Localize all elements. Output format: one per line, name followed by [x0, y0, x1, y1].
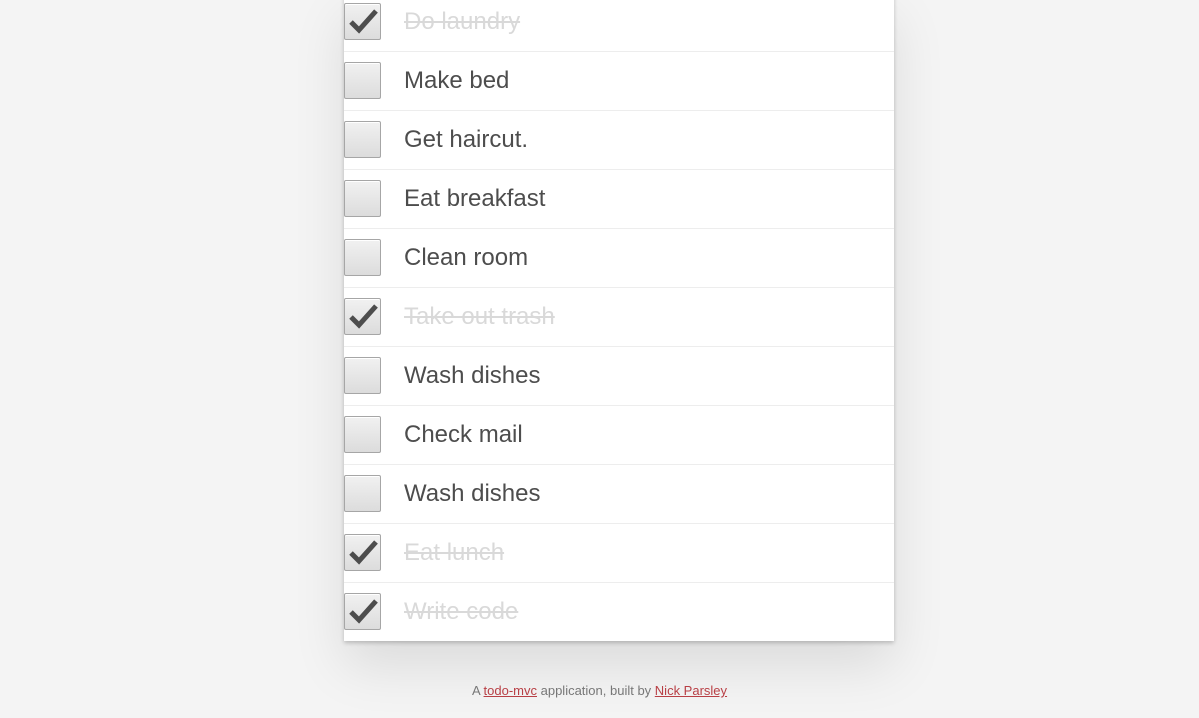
todo-item: Wash dishes: [344, 347, 894, 406]
todo-item: Take out trash: [344, 288, 894, 347]
todo-label[interactable]: Check mail: [404, 406, 523, 464]
toggle-checkbox[interactable]: [344, 298, 381, 335]
todo-label[interactable]: Wash dishes: [404, 347, 541, 405]
checkmark-icon: [349, 9, 378, 34]
toggle-checkbox[interactable]: [344, 357, 381, 394]
footer-prefix: A: [471, 683, 484, 698]
toggle-checkbox[interactable]: [344, 239, 381, 276]
todo-mvc-link[interactable]: todo-mvc: [484, 683, 537, 698]
todo-label[interactable]: Make bed: [404, 52, 509, 110]
todo-item: Wash dishes: [344, 465, 894, 524]
checkmark-icon: [349, 540, 378, 565]
todo-item: Make bed: [344, 52, 894, 111]
toggle-checkbox[interactable]: [344, 416, 381, 453]
todo-label[interactable]: Take out trash: [404, 288, 555, 346]
author-link[interactable]: Nick Parsley: [655, 683, 727, 698]
todo-item: Get haircut.: [344, 111, 894, 170]
todo-item: Do laundry: [344, 0, 894, 52]
toggle-checkbox[interactable]: [344, 534, 381, 571]
todo-list: Do laundry Make bed Get haircut. Eat bre…: [344, 0, 894, 641]
todo-item: Eat lunch: [344, 524, 894, 583]
todo-item: Check mail: [344, 406, 894, 465]
todo-label[interactable]: Do laundry: [404, 0, 520, 51]
todo-label[interactable]: Clean room: [404, 229, 528, 287]
toggle-checkbox[interactable]: [344, 475, 381, 512]
todo-label[interactable]: Write code: [404, 583, 518, 641]
toggle-checkbox[interactable]: [344, 180, 381, 217]
todo-label[interactable]: Eat breakfast: [404, 170, 545, 228]
todo-label[interactable]: Get haircut.: [404, 111, 528, 169]
checkmark-icon: [349, 599, 378, 624]
todo-item: Eat breakfast: [344, 170, 894, 229]
todo-item: Clean room: [344, 229, 894, 288]
toggle-checkbox[interactable]: [344, 3, 381, 40]
toggle-checkbox[interactable]: [344, 62, 381, 99]
todo-label[interactable]: Wash dishes: [404, 465, 541, 523]
checkmark-icon: [349, 304, 378, 329]
toggle-checkbox[interactable]: [344, 121, 381, 158]
todo-panel: Do laundry Make bed Get haircut. Eat bre…: [344, 0, 894, 641]
toggle-checkbox[interactable]: [344, 593, 381, 630]
todo-item: Write code: [344, 583, 894, 641]
footer-info: A todo-mvc application, built by Nick Pa…: [0, 683, 1199, 698]
footer-middle: application, built by: [537, 683, 655, 698]
todo-label[interactable]: Eat lunch: [404, 524, 504, 582]
